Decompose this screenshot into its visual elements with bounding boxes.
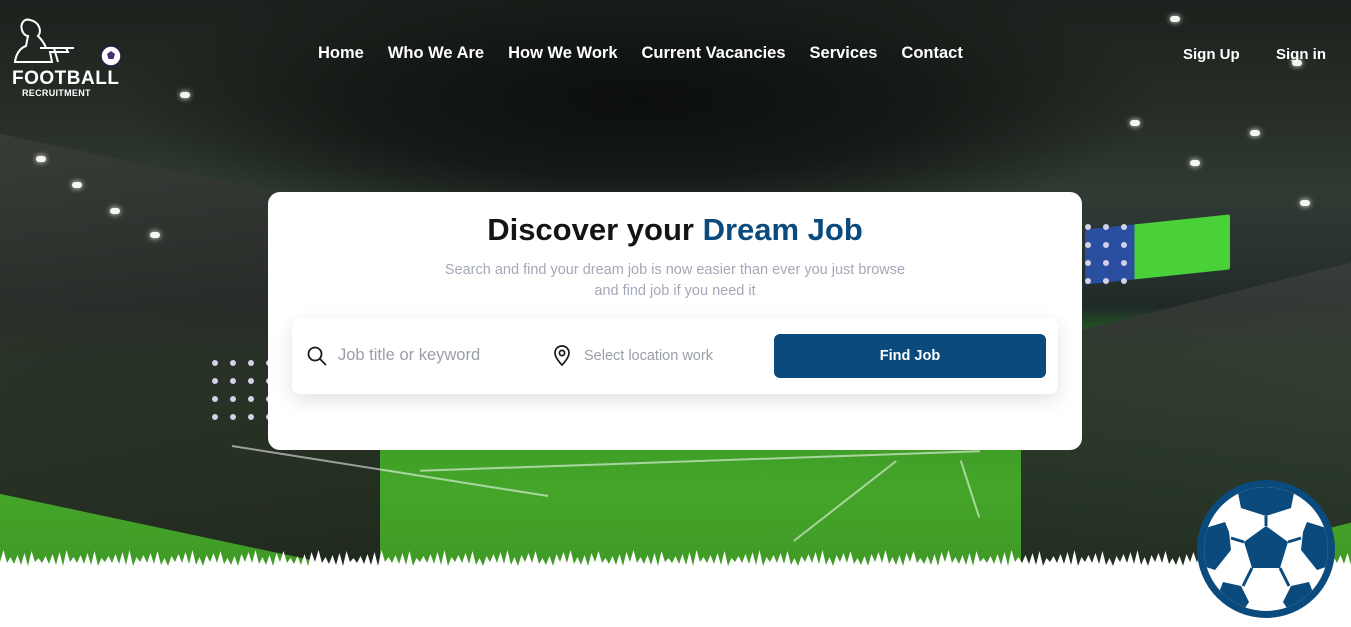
decorative-dot: [230, 414, 236, 420]
nav-how-we-work[interactable]: How We Work: [508, 44, 617, 63]
stadium-light: [1250, 130, 1260, 136]
stadium-light: [1170, 16, 1180, 22]
stadium-light: [110, 208, 120, 214]
decorative-dot: [1121, 224, 1127, 230]
brand-logo[interactable]: FOOTBALL RECRUITMENT: [10, 14, 128, 100]
nav-home[interactable]: Home: [318, 44, 364, 63]
decorative-dot: [248, 378, 254, 384]
stadium-light: [180, 92, 190, 98]
decorative-dot: [1121, 260, 1127, 266]
decorative-dot: [212, 378, 218, 384]
hero-title-plain: Discover your: [487, 212, 703, 247]
stadium-light: [1190, 160, 1200, 166]
brand-subtitle: RECRUITMENT: [22, 88, 91, 98]
decorative-dot: [1103, 224, 1109, 230]
decorative-dot: [1103, 278, 1109, 284]
nav-current-vacancies[interactable]: Current Vacancies: [642, 44, 786, 63]
decorative-dot: [1085, 224, 1091, 230]
brand-title: FOOTBALL: [12, 68, 120, 89]
footballer-desk-icon: [13, 18, 122, 67]
decorative-dot: [1085, 278, 1091, 284]
nav-who-we-are[interactable]: Who We Are: [388, 44, 484, 63]
pitch-line: [959, 460, 981, 518]
keyword-input[interactable]: [338, 340, 518, 370]
decorative-dot: [212, 396, 218, 402]
grass-edge: [0, 550, 1351, 568]
decorative-dot: [248, 360, 254, 366]
job-search-bar: Find Job: [292, 318, 1058, 394]
stadium-light: [150, 232, 160, 238]
stadium-light: [72, 182, 82, 188]
decorative-dot: [1121, 242, 1127, 248]
find-job-button[interactable]: Find Job: [774, 334, 1046, 378]
sign-up-link[interactable]: Sign Up: [1183, 46, 1240, 63]
decorative-dot: [230, 360, 236, 366]
nav-contact[interactable]: Contact: [901, 44, 962, 63]
main-nav: Home Who We Are How We Work Current Vaca…: [318, 44, 963, 63]
decorative-dot: [1085, 242, 1091, 248]
stadium-light: [36, 156, 46, 162]
sign-in-link[interactable]: Sign in: [1276, 46, 1326, 63]
location-input[interactable]: [584, 341, 754, 371]
decorative-dot: [230, 396, 236, 402]
football-icon[interactable]: [1195, 478, 1337, 620]
decorative-dot: [1103, 242, 1109, 248]
stadium-light: [1300, 200, 1310, 206]
pitch-line: [793, 460, 897, 542]
decorative-dot: [230, 378, 236, 384]
decorative-dot: [248, 396, 254, 402]
decorative-dot: [1103, 260, 1109, 266]
decorative-dot: [248, 414, 254, 420]
decorative-dot: [212, 414, 218, 420]
search-icon: [307, 346, 327, 366]
hero-title-accent: Dream Job: [702, 212, 863, 247]
decorative-dot: [1121, 278, 1127, 284]
decorative-dot: [212, 360, 218, 366]
hero-title: Discover your Dream Job: [268, 212, 1082, 248]
stadium-light: [1130, 120, 1140, 126]
decorative-dot: [1085, 260, 1091, 266]
search-card: Discover your Dream Job Search and find …: [268, 192, 1082, 450]
map-pin-icon: [554, 345, 570, 367]
nav-services[interactable]: Services: [810, 44, 878, 63]
hero-subtitle: Search and find your dream job is now ea…: [444, 262, 906, 299]
